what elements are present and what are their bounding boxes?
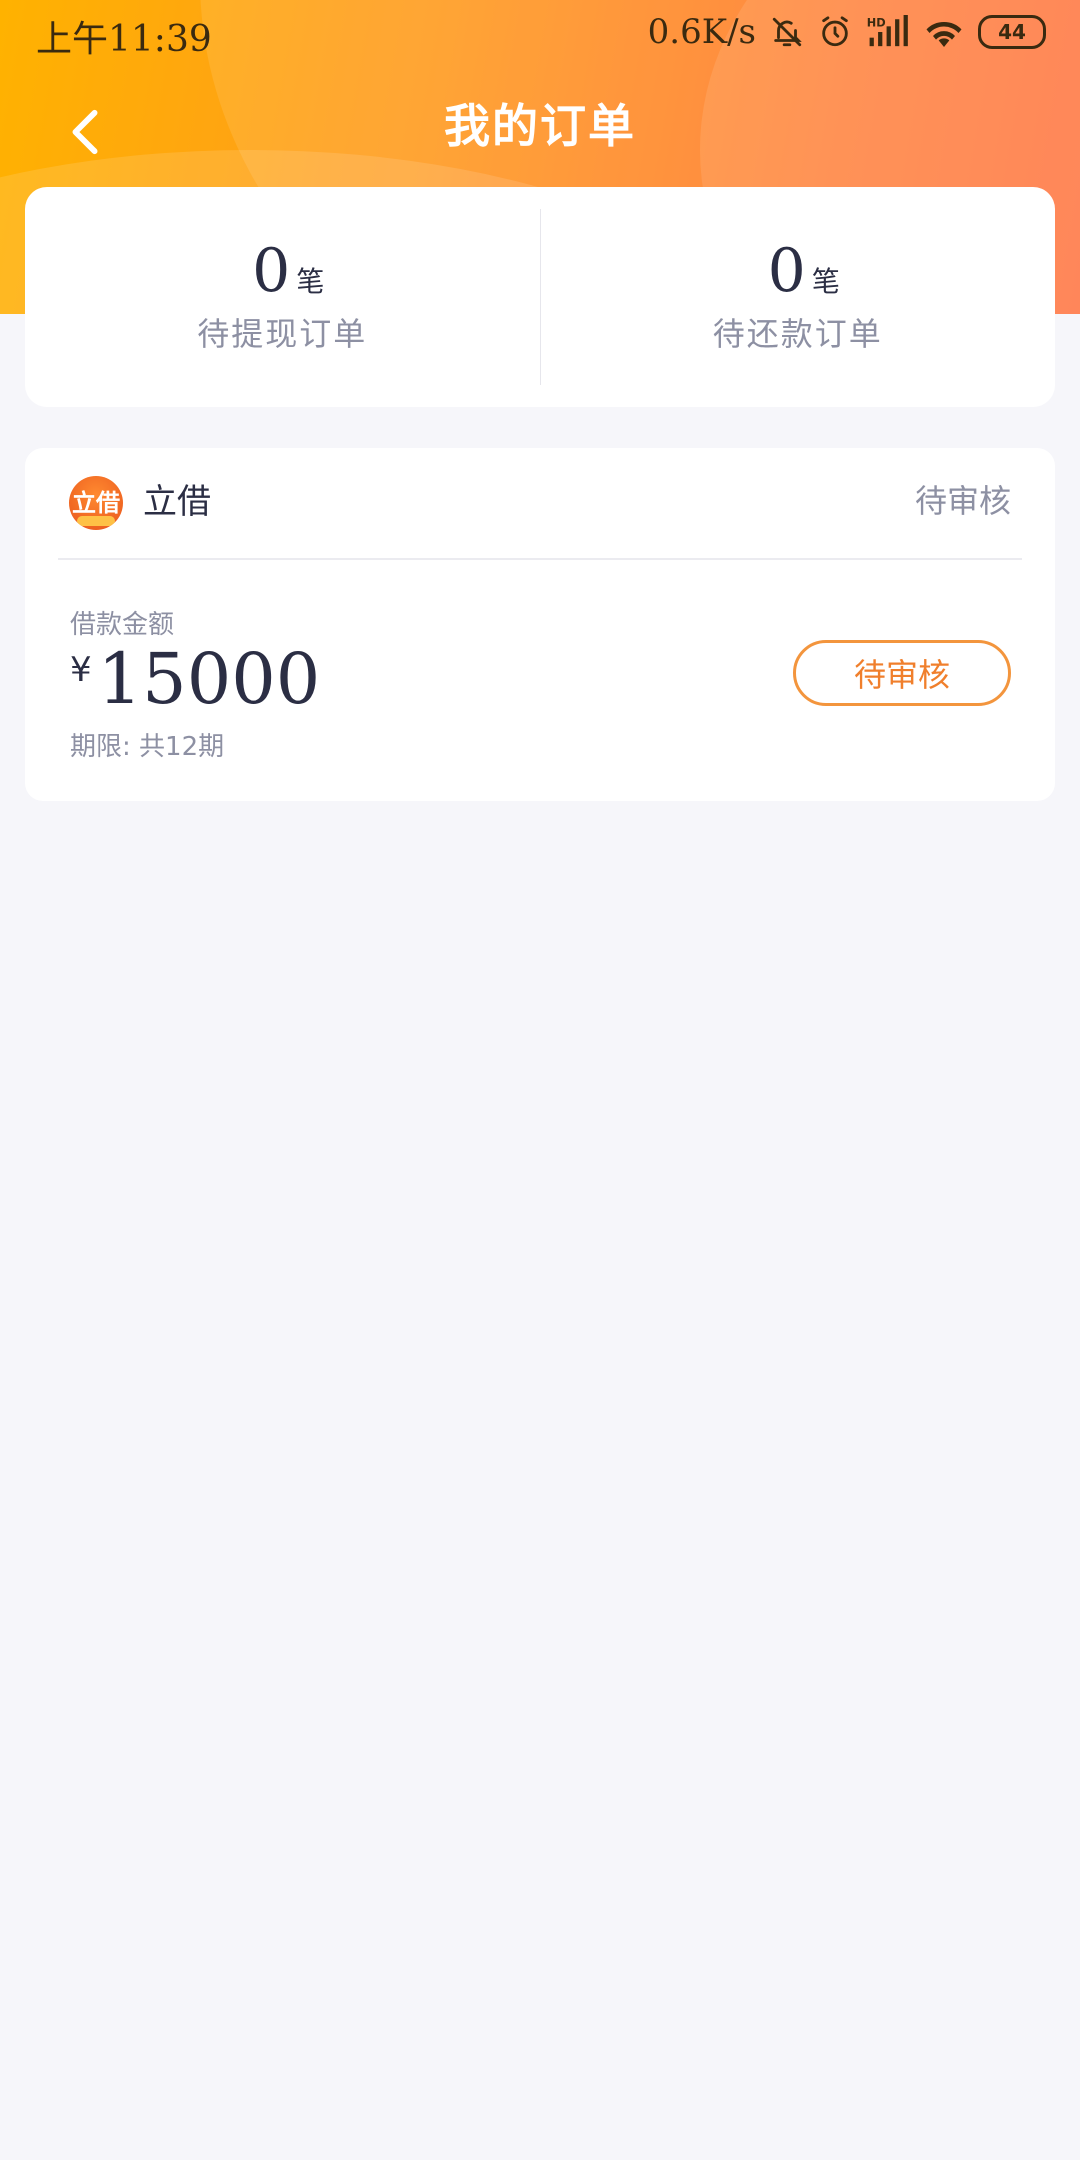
count-unit: 笔	[296, 265, 325, 298]
count-row: 0 笔	[252, 239, 324, 303]
bell-off-icon	[772, 17, 802, 47]
count-row: 0 笔	[768, 239, 840, 303]
pending-withdraw-summary[interactable]: 0 笔 待提现订单	[25, 187, 540, 407]
order-divider	[58, 558, 1022, 560]
order-status: 待审核	[914, 482, 1011, 520]
pending-withdraw-label: 待提现订单	[197, 315, 368, 353]
loan-term: 期限: 共12期	[70, 732, 225, 762]
brand-logo-text: 立借	[72, 488, 120, 517]
brand-name: 立借	[143, 482, 211, 522]
pending-review-button[interactable]: 待审核	[793, 640, 1011, 706]
order-card[interactable]: 立借 立借 待审核 借款金额 ¥ 15000 期限: 共12期 待审核	[25, 448, 1055, 801]
page-title: 我的订单	[444, 99, 636, 153]
hd-signal-icon: HD	[867, 15, 908, 47]
count-unit: 笔	[811, 265, 840, 298]
status-time: 上午11:39	[36, 19, 212, 60]
brand-logo: 立借	[69, 476, 123, 530]
loan-amount-row: ¥ 15000	[70, 640, 320, 718]
alarm-icon	[822, 16, 848, 47]
network-speed: 0.6K/s	[647, 12, 756, 52]
order-summary-card: 0 笔 待提现订单 0 笔 待还款订单	[25, 187, 1055, 407]
nav-bar: 我的订单	[0, 66, 1080, 176]
wifi-icon	[926, 21, 962, 47]
order-card-header: 立借 立借 待审核	[25, 448, 1055, 560]
status-bar: 上午11:39 0.6K/s HD 44	[0, 0, 1080, 66]
pending-repay-summary[interactable]: 0 笔 待还款订单	[541, 187, 1056, 407]
currency-symbol: ¥	[70, 650, 92, 690]
pending-repay-label: 待还款订单	[712, 315, 883, 353]
status-icons: 0.6K/s HD 44	[648, 12, 1046, 52]
pending-withdraw-count: 0	[252, 236, 291, 306]
loan-amount-label: 借款金额	[70, 610, 175, 640]
battery-icon: 44	[978, 15, 1046, 49]
pending-repay-count: 0	[767, 236, 806, 306]
svg-text:HD: HD	[867, 15, 886, 29]
loan-amount-value: 15000	[97, 638, 321, 720]
